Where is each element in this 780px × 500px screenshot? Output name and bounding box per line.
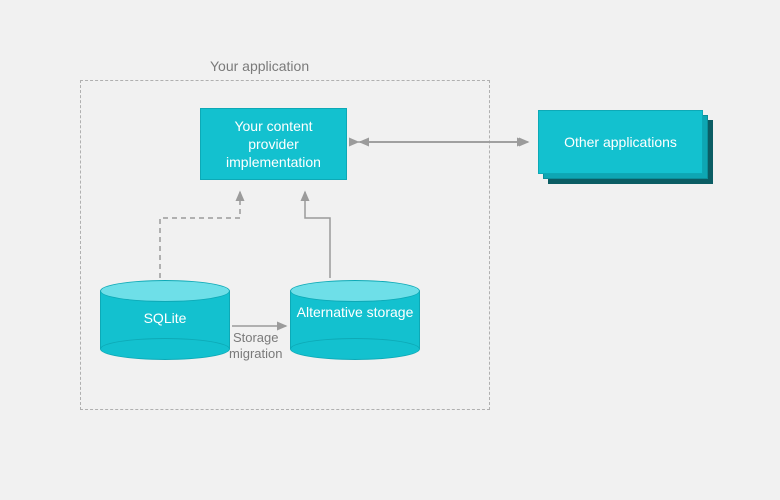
application-container-label: Your application	[210, 58, 309, 74]
other-applications-box: Other applications	[538, 110, 703, 174]
cylinder-top	[100, 280, 230, 302]
content-provider-label: Your content provider implementation	[211, 117, 336, 172]
cylinder-top	[290, 280, 420, 302]
other-applications-label: Other applications	[564, 133, 677, 151]
cylinder-bottom	[100, 338, 230, 360]
cylinder-bottom	[290, 338, 420, 360]
content-provider-box: Your content provider implementation	[200, 108, 347, 180]
sqlite-label: SQLite	[100, 310, 230, 328]
sqlite-cylinder: SQLite	[100, 280, 230, 360]
storage-migration-label: Storagemigration	[229, 330, 282, 363]
alternative-storage-label: Alternative storage	[290, 304, 420, 322]
alternative-storage-cylinder: Alternative storage	[290, 280, 420, 360]
